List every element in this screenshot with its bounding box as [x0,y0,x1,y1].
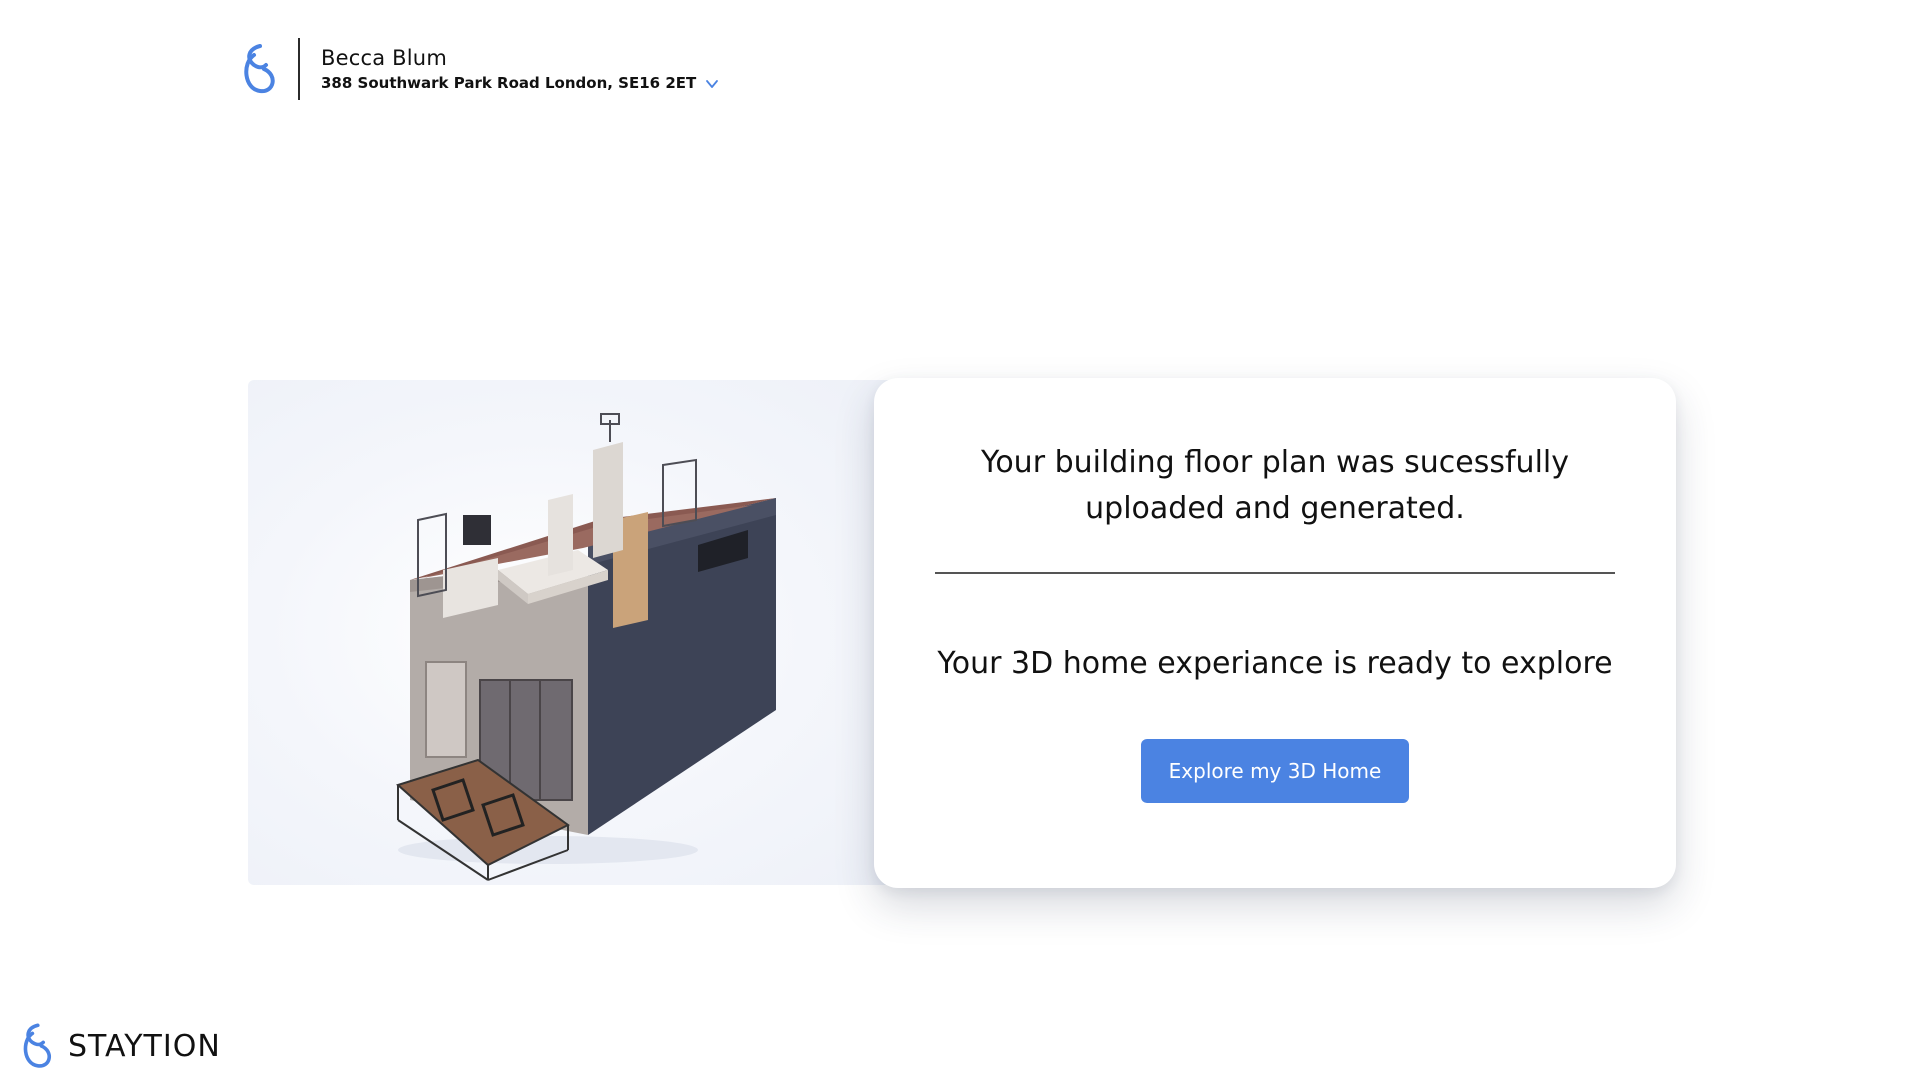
staytion-logo-icon[interactable] [238,43,278,95]
page: Becca Blum 388 Southwark Park Road Londo… [0,0,1920,1080]
explore-3d-home-button[interactable]: Explore my 3D Home [1141,739,1409,803]
upload-success-title: Your building floor plan was sucessfully… [980,445,1569,526]
user-block: Becca Blum 388 Southwark Park Road Londo… [321,44,720,94]
upload-success-card: Your building floor plan was sucessfully… [874,378,1676,888]
card-divider [935,572,1615,574]
staytion-logo-icon [23,1023,51,1068]
chevron-down-icon[interactable] [704,76,720,92]
address-selector[interactable]: 388 Southwark Park Road London, SE16 2ET [321,72,720,94]
ready-to-explore-text: Your 3D home experiance is ready to expl… [937,646,1613,681]
footer-brand: STAYTION [18,1022,221,1070]
3d-house-illustration [396,413,776,881]
brand-name: STAYTION [68,1028,221,1064]
3d-home-preview-image [248,380,888,885]
header-divider [298,38,300,100]
user-name: Becca Blum [321,46,447,70]
address-text: 388 Southwark Park Road London, SE16 2ET [321,74,697,92]
header: Becca Blum 388 Southwark Park Road Londo… [238,38,720,100]
